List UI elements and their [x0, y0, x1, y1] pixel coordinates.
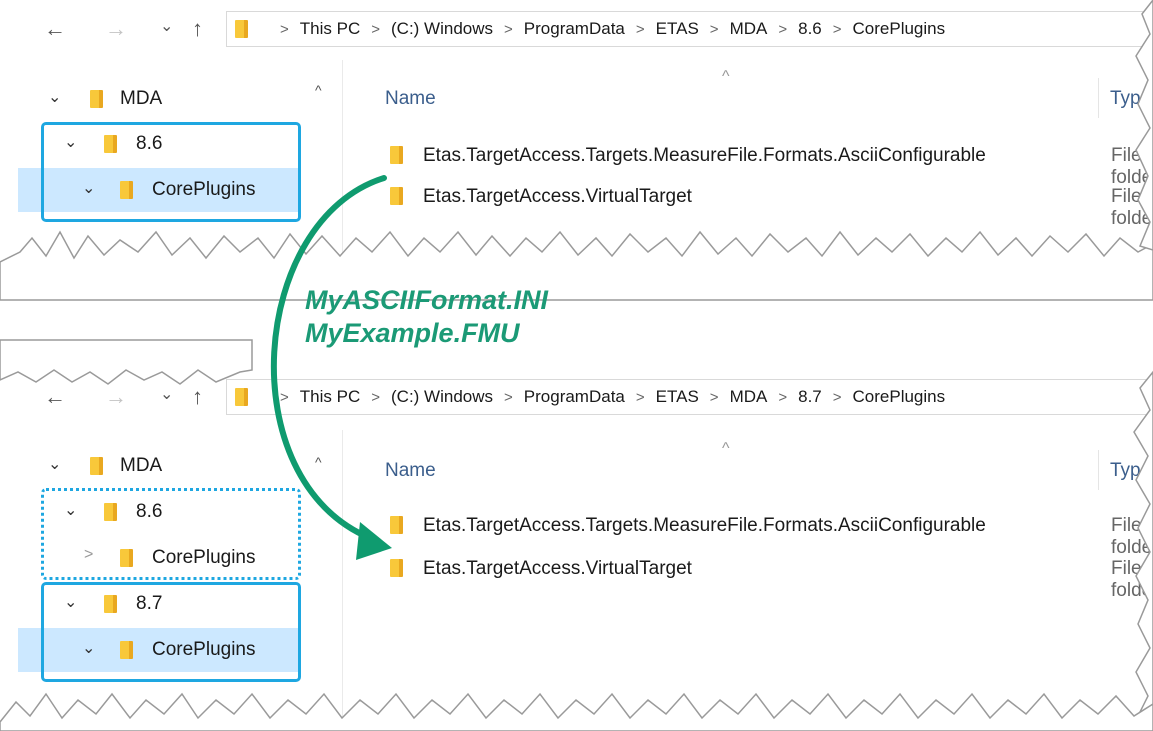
torn-edge [0, 692, 1153, 731]
annotation-line: MyExample.FMU [305, 318, 520, 348]
torn-edge [1135, 0, 1153, 251]
torn-edge [1133, 370, 1153, 731]
annotation-line: MyASCIIFormat.INI [305, 285, 549, 315]
annotation-label: MyASCIIFormat.INI MyExample.FMU [305, 284, 548, 350]
arrowhead-icon [356, 522, 392, 560]
curved-arrow-icon [270, 175, 387, 541]
torn-edge [0, 230, 1153, 301]
torn-edge [0, 339, 253, 385]
torn-edge-overlay [0, 0, 1153, 731]
